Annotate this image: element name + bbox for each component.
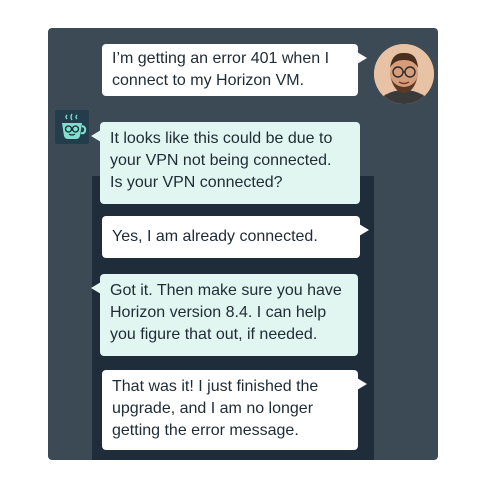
message-line: getting the error message. — [112, 422, 299, 439]
bubble-tail — [357, 378, 367, 390]
message-line: That was it! I just finished the — [112, 378, 319, 395]
message-line: It looks like this could be due to — [110, 130, 333, 147]
bubble-tail — [91, 282, 101, 294]
message-line: I’m getting an error 401 when I — [112, 50, 330, 67]
chat-illustration: I’m getting an error 401 when I connect … — [0, 0, 485, 488]
bubble-tail — [359, 224, 369, 236]
message-bubble-user-1: I’m getting an error 401 when I connect … — [102, 44, 367, 96]
bot-avatar — [55, 110, 89, 144]
bubble-tail — [357, 52, 367, 64]
bubble-tail — [91, 130, 101, 142]
message-bubble-bot-1: It looks like this could be due to your … — [91, 122, 360, 204]
message-line: upgrade, and I am no longer — [112, 400, 314, 417]
message-bubble-user-2: Yes, I am already connected. — [102, 216, 369, 258]
message-bubble-user-3: That was it! I just finished the upgrade… — [102, 370, 367, 450]
user-avatar-icon — [374, 44, 434, 104]
message-line: your VPN not being connected. — [110, 152, 332, 169]
message-line: Got it. Then make sure you have — [110, 282, 342, 299]
message-line: Horizon version 8.4. I can help — [110, 304, 327, 321]
message-line: you figure that out, if needed. — [110, 326, 318, 343]
user-avatar — [374, 44, 434, 104]
message-line: Is your VPN connected? — [110, 174, 283, 191]
message-line: connect to my Horizon VM. — [112, 72, 305, 89]
coffee-cup-with-glasses-icon — [62, 113, 87, 139]
message-bubble-bot-2: Got it. Then make sure you have Horizon … — [91, 274, 358, 356]
message-line: Yes, I am already connected. — [112, 228, 318, 245]
